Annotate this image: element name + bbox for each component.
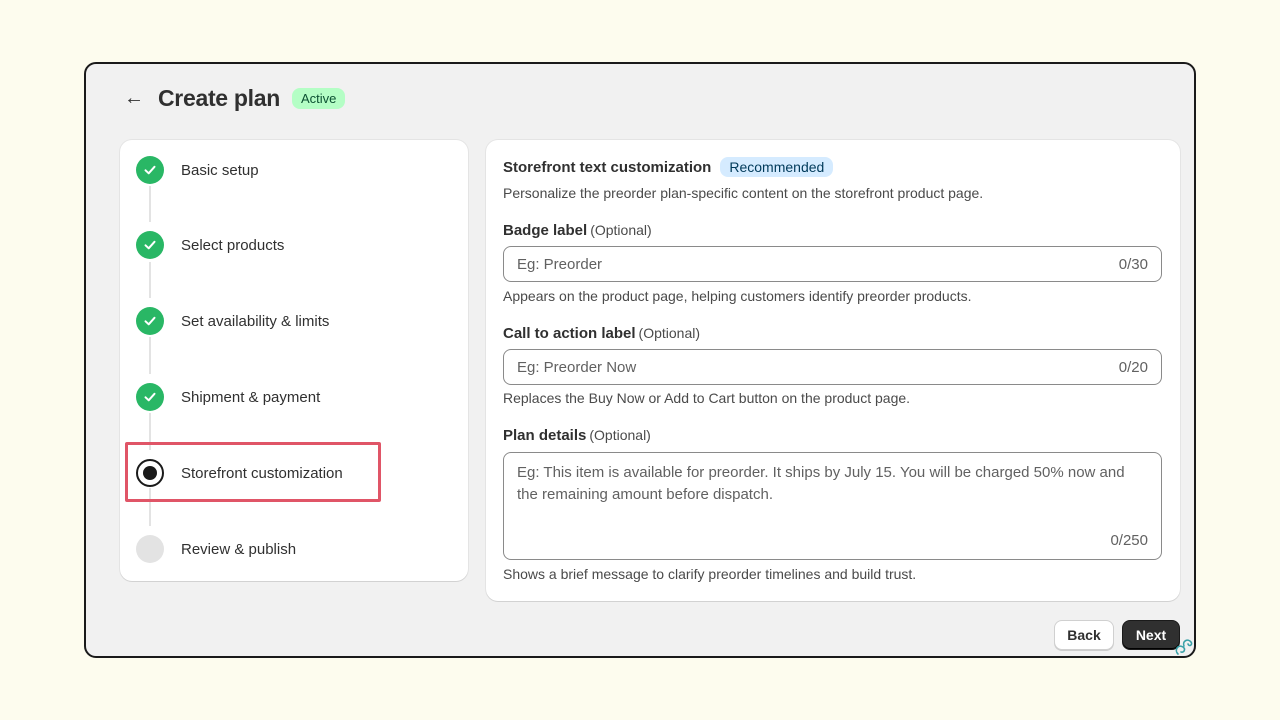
storefront-form-card: Storefront text customization Recommende… [486,140,1180,601]
back-arrow-icon[interactable]: ← [124,88,148,108]
check-circle-icon [136,231,164,259]
plan-details-help: Shows a brief message to clarify preorde… [503,566,917,582]
cta-label-field-label: Call to action label (Optional) [503,325,700,342]
steps-card: Basic setup Select products Set availabi… [120,140,468,581]
optional-text: (Optional) [638,325,700,341]
plan-details-textarea[interactable]: Eg: This item is available for preorder.… [503,452,1162,560]
step-label: Set availability & limits [181,312,330,330]
step-basic-setup[interactable]: Basic setup [136,155,259,185]
step-label: Shipment & payment [181,388,321,406]
field-label-text: Plan details [503,427,587,444]
step-label: Basic setup [181,161,259,179]
page-title: Create plan [158,84,280,111]
input-placeholder: Eg: Preorder Now [517,358,637,376]
current-step-icon [136,459,164,487]
step-availability-limits[interactable]: Set availability & limits [136,306,329,336]
character-counter: 0/250 [1110,532,1148,549]
section-title: Storefront text customization [503,158,712,176]
step-connector [149,488,151,526]
back-button[interactable]: Back [1054,620,1114,650]
section-description: Personalize the preorder plan-specific c… [503,185,984,201]
character-counter: 0/30 [1118,255,1148,273]
optional-text: (Optional) [589,427,651,443]
step-select-products[interactable]: Select products [136,230,284,260]
badge-label-field-label: Badge label (Optional) [503,222,652,239]
step-shipment-payment[interactable]: Shipment & payment [136,382,320,412]
check-circle-icon [136,156,164,184]
step-storefront-customization[interactable]: Storefront customization [136,458,343,488]
field-label-text: Call to action label [503,325,636,342]
badge-label-help: Appears on the product page, helping cus… [503,288,972,304]
step-label: Storefront customization [181,464,343,482]
recommended-badge: Recommended [720,157,834,177]
textarea-placeholder: Eg: This item is available for preorder.… [517,464,1125,503]
page-header: ← Create plan Active [124,82,346,114]
section-header: Storefront text customization Recommende… [503,157,834,177]
step-label: Review & publish [181,540,297,558]
step-connector [149,186,151,222]
app-window: ← Create plan Active Basic setup Select … [84,62,1196,658]
step-connector [149,413,151,450]
field-label-text: Badge label [503,222,588,239]
step-review-publish[interactable]: Review & publish [136,534,296,564]
pending-step-icon [136,535,164,563]
step-label: Select products [181,236,285,254]
step-connector [149,337,151,374]
status-badge: Active [291,87,346,109]
optional-text: (Optional) [590,222,652,238]
check-circle-icon [136,307,164,335]
cta-label-input[interactable]: Eg: Preorder Now 0/20 [503,349,1162,385]
character-counter: 0/20 [1118,358,1148,376]
step-connector [149,262,151,298]
check-circle-icon [136,383,164,411]
input-placeholder: Eg: Preorder [517,255,603,273]
badge-label-input[interactable]: Eg: Preorder 0/30 [503,246,1162,282]
plan-details-field-label: Plan details (Optional) [503,427,651,444]
cta-label-help: Replaces the Buy Now or Add to Cart butt… [503,390,911,406]
corner-decoration-icon [1175,639,1193,655]
